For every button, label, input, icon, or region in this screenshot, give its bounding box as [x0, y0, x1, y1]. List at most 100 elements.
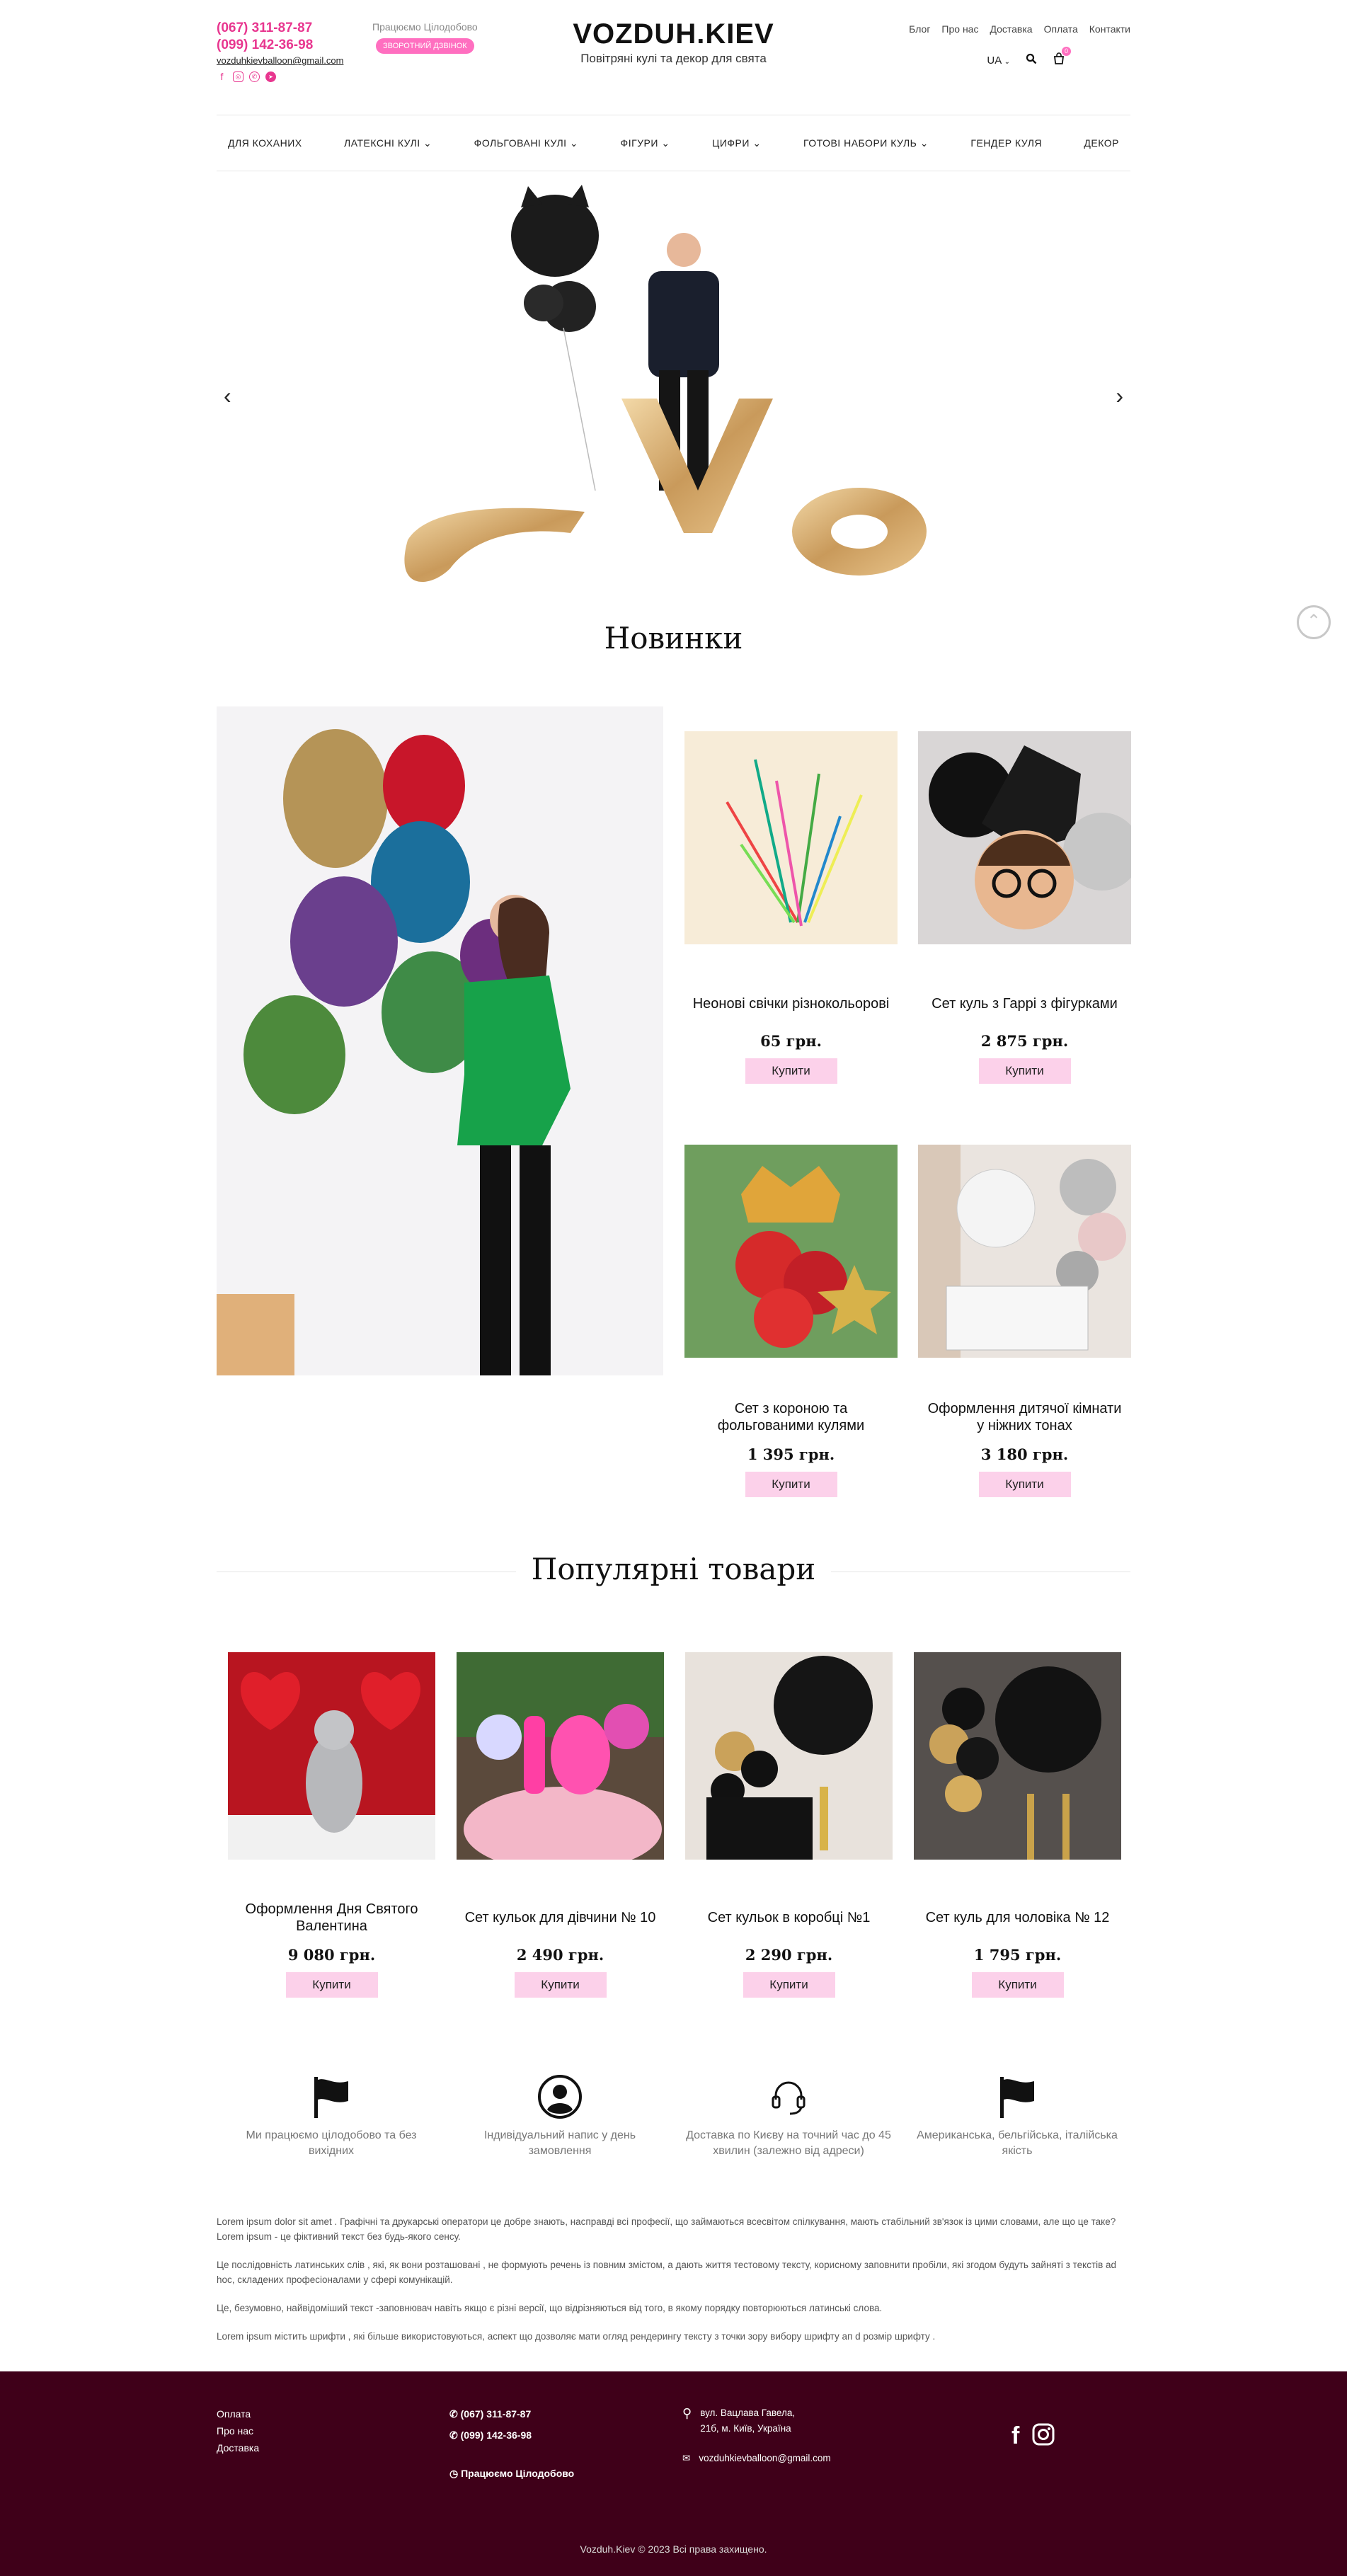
top-nav-blog[interactable]: Блог — [909, 23, 930, 35]
footer-link-payment[interactable]: Оплата — [217, 2405, 259, 2422]
seo-text: Lorem ipsum dolor sit amet . Графічні та… — [217, 2214, 1130, 2357]
product-name[interactable]: Сет куль для чоловіка № 12 — [914, 1901, 1121, 1935]
menu-label: ФОЛЬГОВАНІ КУЛІ — [474, 137, 567, 149]
footer-address: ⚲ вул. Вацлава Гавела, 21б, м. Київ, Укр… — [682, 2405, 831, 2466]
footer-address-line-1: вул. Вацлава Гавела, — [700, 2408, 796, 2418]
product-card[interactable]: Сет кульок для дівчини № 10 2 490 грн. К… — [457, 1652, 664, 1998]
menu-item-foil[interactable]: ФОЛЬГОВАНІ КУЛІ ⌄ — [474, 137, 578, 149]
product-name[interactable]: Оформлення Дня Святого Валентина — [228, 1901, 435, 1935]
feature-item: Американська, бельгійська, італійська як… — [911, 2074, 1123, 2159]
featured-image[interactable] — [217, 706, 663, 1375]
language-selector[interactable]: UA ⌄ — [987, 55, 1010, 67]
facebook-icon[interactable]: f — [1011, 2422, 1019, 2450]
footer-links: Оплата Про нас Доставка — [217, 2405, 259, 2456]
footer-link-delivery[interactable]: Доставка — [217, 2439, 259, 2456]
menu-label: ФІГУРИ — [620, 137, 658, 149]
scroll-to-top-button[interactable]: ⌃ — [1297, 605, 1331, 639]
footer-hours-text: Працюємо Цілодобово — [461, 2468, 575, 2479]
instagram-icon[interactable]: ◎ — [233, 71, 243, 82]
footer-email-block[interactable]: ✉ vozduhkievballoon@gmail.com — [682, 2451, 831, 2466]
menu-item-decor[interactable]: ДЕКОР — [1084, 137, 1119, 149]
telegram-icon[interactable]: ➤ — [265, 71, 276, 82]
seo-paragraph: Lorem ipsum містить шрифти , які більше … — [217, 2331, 936, 2342]
footer-address-block: ⚲ вул. Вацлава Гавела, 21б, м. Київ, Укр… — [682, 2405, 831, 2437]
product-image[interactable] — [685, 1652, 893, 1860]
seo-paragraph: Це послідовність латинських слів , які, … — [217, 2260, 1117, 2285]
top-nav-contacts[interactable]: Контакти — [1089, 23, 1130, 35]
product-price: 3 180 грн. — [980, 1446, 1069, 1463]
buy-button[interactable]: Купити — [978, 1472, 1071, 1497]
footer-link-about[interactable]: Про нас — [217, 2422, 259, 2439]
menu-item-latex[interactable]: ЛАТЕКСНІ КУЛІ ⌄ — [344, 137, 432, 149]
envelope-icon: ✉ — [682, 2453, 691, 2463]
menu-label: ЦИФРИ — [711, 137, 750, 149]
product-image[interactable] — [228, 1652, 435, 1860]
header-tools: UA ⌄ 0 — [987, 47, 1071, 68]
product-image[interactable] — [684, 731, 898, 944]
facebook-icon[interactable]: f — [217, 71, 227, 82]
footer-address-line-2: 21б, м. Київ, Україна — [700, 2423, 791, 2434]
product-name[interactable]: Оформлення дитячої кімнати у ніжних тона… — [918, 1400, 1131, 1434]
buy-button[interactable]: Купити — [978, 1058, 1071, 1084]
buy-button[interactable]: Купити — [743, 1972, 835, 1998]
product-image[interactable] — [457, 1652, 664, 1860]
footer-socials: f — [1011, 2422, 1055, 2450]
phone-icon: ✆ — [449, 2429, 458, 2441]
product-card[interactable]: Неонові свічки різнокольорові 65 грн. Ку… — [684, 731, 898, 1084]
top-nav: Блог Про нас Доставка Оплата Контакти — [909, 23, 1130, 35]
buy-button[interactable]: Купити — [285, 1972, 378, 1998]
product-name[interactable]: Сет кульок в коробці №1 — [685, 1901, 893, 1935]
chevron-down-icon: ⌄ — [1004, 57, 1010, 66]
buy-button[interactable]: Купити — [745, 1472, 837, 1497]
footer-phone-2-text: (099) 142-36-98 — [460, 2429, 532, 2441]
menu-item-sets[interactable]: ГОТОВІ НАБОРИ КУЛЬ ⌄ — [803, 137, 929, 149]
chevron-down-icon: ⌄ — [423, 137, 432, 149]
product-price: 2 490 грн. — [516, 1946, 604, 1964]
footer-phone-1[interactable]: ✆ (067) 311-87-87 — [449, 2405, 574, 2422]
product-card[interactable]: Оформлення Дня Святого Валентина 9 080 г… — [228, 1652, 435, 1998]
language-label: UA — [987, 54, 1002, 67]
product-image[interactable] — [684, 1145, 898, 1358]
menu-label: ДЛЯ КОХАНИХ — [228, 137, 302, 149]
product-card[interactable]: Сет кульок в коробці №1 2 290 грн. Купит… — [685, 1652, 893, 1998]
phone-icon: ✆ — [449, 2408, 458, 2420]
seo-paragraph: Lorem ipsum dolor sit amet . Графічні та… — [217, 2216, 1116, 2242]
buy-button[interactable]: Купити — [514, 1972, 607, 1998]
instagram-icon[interactable] — [1032, 2423, 1055, 2449]
search-icon[interactable] — [1026, 53, 1037, 67]
product-name[interactable]: Неонові свічки різнокольорові — [684, 987, 898, 1021]
hero-slider: ‹ › — [217, 172, 1130, 605]
menu-item-lovers[interactable]: ДЛЯ КОХАНИХ — [228, 137, 302, 149]
product-card[interactable]: Оформлення дитячої кімнати у ніжних тона… — [918, 1145, 1131, 1497]
product-card[interactable]: Сет куль для чоловіка № 12 1 795 грн. Ку… — [914, 1652, 1121, 1998]
menu-item-gender[interactable]: ГЕНДЕР КУЛЯ — [970, 137, 1042, 149]
footer-phone-2[interactable]: ✆ (099) 142-36-98 — [449, 2427, 574, 2444]
viber-icon[interactable]: ✆ — [249, 71, 260, 82]
menu-label: ГОТОВІ НАБОРИ КУЛЬ — [803, 137, 917, 149]
cart-icon[interactable]: 0 — [1053, 47, 1071, 68]
top-nav-about[interactable]: Про нас — [941, 23, 978, 35]
product-card[interactable]: Сет з короною та фольгованими кулями 1 3… — [684, 1145, 898, 1497]
footer-phones: ✆ (067) 311-87-87 ✆ (099) 142-36-98 ◷ Пр… — [449, 2405, 574, 2482]
product-image[interactable] — [914, 1652, 1121, 1860]
chevron-down-icon: ⌄ — [752, 137, 762, 149]
top-nav-delivery[interactable]: Доставка — [990, 23, 1032, 35]
menu-label: ЛАТЕКСНІ КУЛІ — [344, 137, 420, 149]
feature-item: Ми працюємо цілодобово та без вихідних — [225, 2074, 437, 2159]
product-name[interactable]: Сет куль з Гаррі з фігурками — [918, 987, 1131, 1021]
location-pin-icon: ⚲ — [682, 2406, 692, 2420]
buy-button[interactable]: Купити — [745, 1058, 837, 1084]
product-card[interactable]: Сет куль з Гаррі з фігурками 2 875 грн. … — [918, 731, 1131, 1084]
menu-item-numbers[interactable]: ЦИФРИ ⌄ — [712, 137, 762, 149]
product-name[interactable]: Сет кульок для дівчини № 10 — [457, 1901, 664, 1935]
product-name[interactable]: Сет з короною та фольгованими кулями — [684, 1400, 898, 1434]
new-section-title: Новинки — [604, 621, 743, 656]
menu-item-figures[interactable]: ФІГУРИ ⌄ — [621, 137, 670, 149]
product-image[interactable] — [918, 731, 1131, 944]
product-image[interactable] — [918, 1145, 1131, 1358]
buy-button[interactable]: Купити — [971, 1972, 1064, 1998]
site-footer: Оплата Про нас Доставка ✆ (067) 311-87-8… — [0, 2371, 1347, 2576]
site-header: (067) 311-87-87 (099) 142-36-98 vozduhki… — [217, 0, 1130, 115]
cart-count-badge: 0 — [1062, 47, 1071, 56]
top-nav-payment[interactable]: Оплата — [1044, 23, 1078, 35]
